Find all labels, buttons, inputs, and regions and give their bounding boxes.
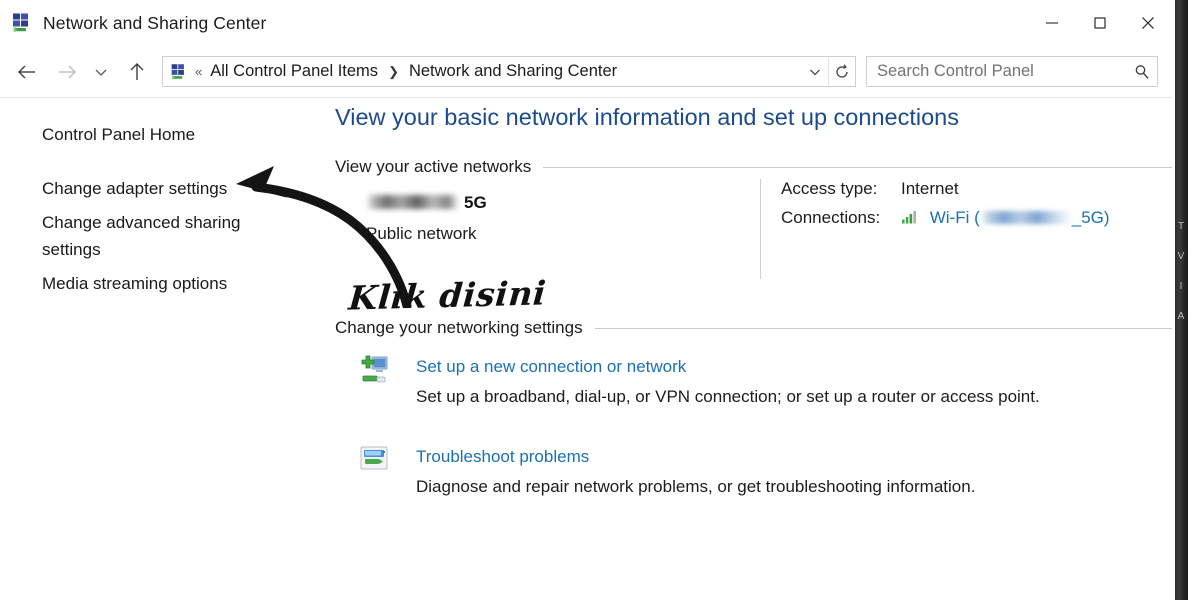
active-network-details: Access type: Internet Connections: Wi-Fi… xyxy=(760,179,1110,279)
section-label: View your active networks xyxy=(335,157,532,176)
page-title: View your basic network information and … xyxy=(335,104,959,130)
maximize-button[interactable] xyxy=(1076,0,1124,46)
network-type-label: Public network xyxy=(366,224,477,243)
address-overflow-chevron[interactable]: « xyxy=(195,65,202,78)
sidebar-item-change-advanced-sharing-settings[interactable]: Change advanced sharing settings xyxy=(0,209,277,263)
task-link[interactable]: Set up a new connection or network xyxy=(416,357,686,377)
address-chevron-down-icon[interactable] xyxy=(802,58,828,85)
task-description: Set up a broadband, dial-up, or VPN conn… xyxy=(416,387,1040,406)
access-type-label: Access type: xyxy=(781,179,878,198)
active-network-block: 5G Public network xyxy=(366,193,487,244)
wifi-signal-icon xyxy=(901,209,919,224)
troubleshoot-icon xyxy=(358,443,392,477)
connections-value[interactable]: Wi-Fi ( _5G) xyxy=(901,208,1110,228)
section-label: Change your networking settings xyxy=(335,318,583,337)
section-change-networking-settings: Change your networking settings xyxy=(335,318,1175,338)
edge-right-pad xyxy=(1188,0,1200,600)
sidebar-item-change-adapter-settings[interactable]: Change adapter settings xyxy=(0,176,320,201)
breadcrumb-separator[interactable]: ❯ xyxy=(388,65,399,78)
connections-value-suffix: _5G) xyxy=(1071,208,1110,227)
network-sharing-icon xyxy=(11,12,33,34)
search-input[interactable]: Search Control Panel xyxy=(867,62,1127,81)
edge-glyphs: TVIA xyxy=(1177,221,1185,322)
breadcrumb-network-and-sharing-center[interactable]: Network and Sharing Center xyxy=(408,62,618,81)
address-network-sharing-icon xyxy=(170,63,188,81)
redacted-ssid xyxy=(366,195,459,209)
address-bar[interactable]: « All Control Panel Items ❯ Network and … xyxy=(162,56,856,87)
task-link[interactable]: Troubleshoot problems xyxy=(416,447,589,467)
section-rule xyxy=(543,166,1175,168)
task-description: Diagnose and repair network problems, or… xyxy=(416,477,976,496)
minimize-button[interactable] xyxy=(1028,0,1076,46)
connections-value-prefix: Wi-Fi ( xyxy=(929,208,980,227)
access-type-value: Internet xyxy=(901,179,959,198)
main-detail-pane: View your basic network information and … xyxy=(320,97,1175,600)
title-bar: Network and Sharing Center xyxy=(0,0,1172,46)
redacted-ssid-connections xyxy=(979,211,1072,224)
content-area: Control Panel Home Change adapter settin… xyxy=(0,97,1175,600)
close-button[interactable] xyxy=(1124,0,1172,46)
search-control-panel-box[interactable]: Search Control Panel xyxy=(866,56,1158,87)
detail-row-connections: Connections: Wi-Fi ( _5G) xyxy=(781,208,1110,228)
up-arrow-icon[interactable] xyxy=(120,55,154,89)
left-navigation-pane: Control Panel Home Change adapter settin… xyxy=(0,97,320,600)
network-sharing-center-window: Network and Sharing Center « All Control… xyxy=(0,0,1200,600)
sidebar-item-media-streaming-options[interactable]: Media streaming options xyxy=(0,271,320,296)
recent-locations-chevron-down-icon[interactable] xyxy=(88,55,114,89)
breadcrumb-all-control-panel-items[interactable]: All Control Panel Items xyxy=(209,62,379,81)
search-icon[interactable] xyxy=(1127,63,1157,81)
new-connection-icon xyxy=(358,353,392,387)
sidebar-item-control-panel-home[interactable]: Control Panel Home xyxy=(0,122,320,147)
connections-label: Connections: xyxy=(781,208,881,227)
active-network-name: 5G xyxy=(366,193,487,213)
refresh-icon[interactable] xyxy=(828,58,855,85)
handwritten-annotation: Klik disini xyxy=(347,273,548,318)
section-view-active-networks: View your active networks xyxy=(335,157,1175,177)
detail-row-access-type: Access type: Internet xyxy=(781,179,1110,199)
right-edge-strip: TVIA xyxy=(1172,0,1200,600)
ssid-suffix: 5G xyxy=(464,193,487,212)
window-title: Network and Sharing Center xyxy=(43,12,267,33)
navigation-bar: « All Control Panel Items ❯ Network and … xyxy=(0,46,1172,97)
back-arrow-icon[interactable] xyxy=(10,55,44,89)
section-rule xyxy=(594,327,1175,329)
forward-arrow-icon xyxy=(50,55,84,89)
